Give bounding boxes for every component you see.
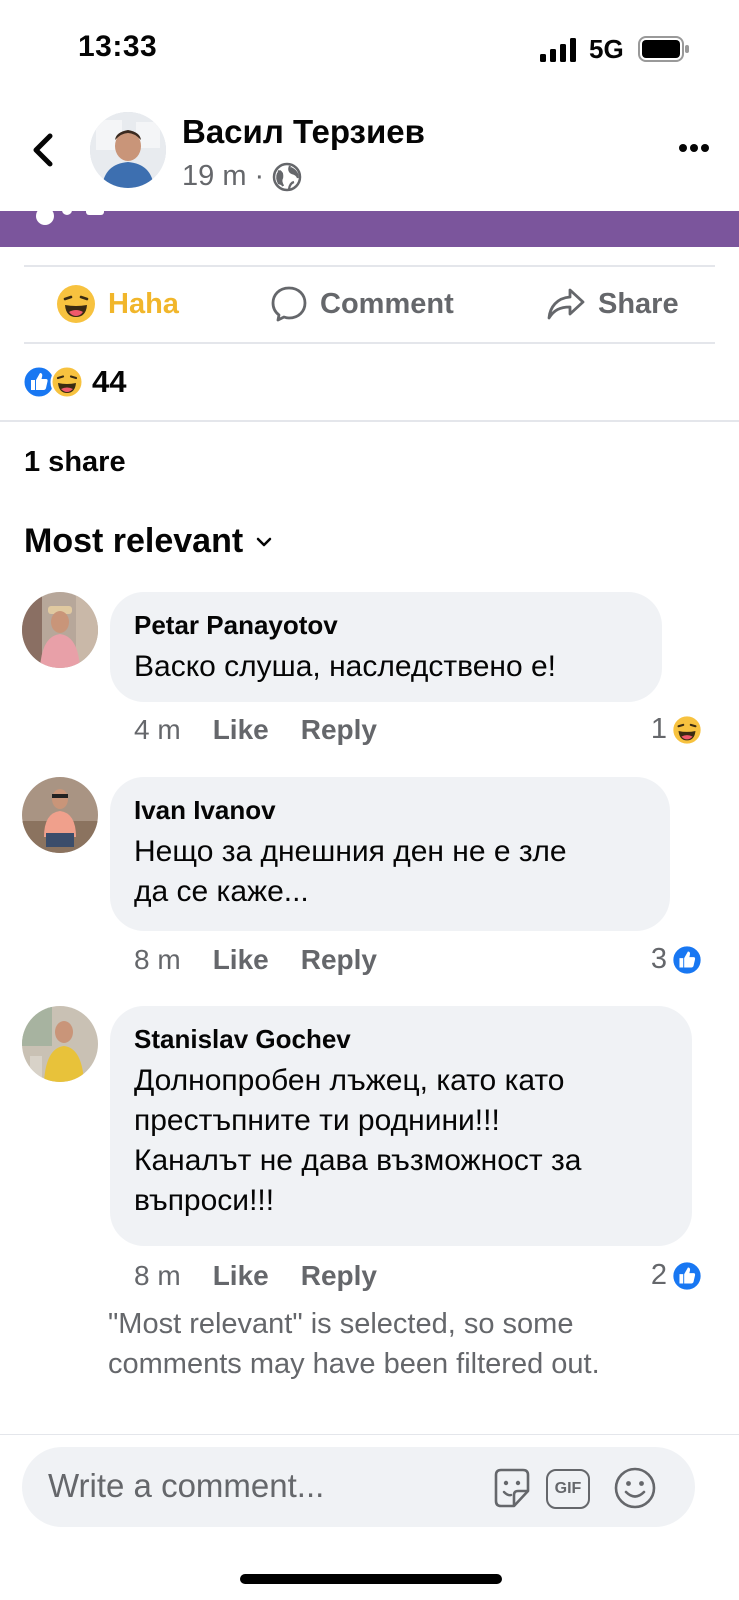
comment-reaction-count: 3: [650, 943, 667, 975]
meta-separator: ·: [254, 160, 265, 192]
haha-label: Haha: [108, 287, 179, 320]
more-options-icon[interactable]: [678, 142, 710, 154]
filter-note: "Most relevant" is selected, so some com…: [108, 1308, 600, 1380]
comment-time: 8 m: [134, 1260, 181, 1291]
haha-reaction-icon: [50, 365, 84, 399]
commenter-avatar[interactable]: [22, 592, 98, 668]
like-reaction-icon: [671, 943, 703, 976]
gif-button[interactable]: GIF: [546, 1469, 590, 1509]
divider: [0, 1434, 739, 1435]
comment-actions: 8 m Like Reply: [134, 944, 377, 976]
strip-decoration: [62, 211, 72, 215]
comment-composer[interactable]: GIF: [22, 1447, 695, 1527]
emoji-icon[interactable]: [612, 1465, 658, 1511]
divider: [0, 420, 739, 422]
haha-reaction-icon: [671, 713, 703, 746]
sort-dropdown[interactable]: Most relevant: [24, 522, 273, 561]
post-meta: 19 m ·: [182, 160, 302, 193]
comment-button[interactable]: Comment: [270, 282, 454, 326]
strip-decoration: [86, 211, 104, 215]
comment-time: 4 m: [134, 714, 181, 745]
haha-icon: [57, 285, 95, 323]
reply-link[interactable]: Reply: [301, 944, 377, 976]
comment-input[interactable]: [48, 1467, 468, 1505]
back-icon[interactable]: [28, 130, 58, 170]
share-button[interactable]: Share: [546, 282, 679, 326]
commenter-avatar[interactable]: [22, 777, 98, 853]
comment-bubble[interactable]: Stanislav Gochev Долнопробен лъжец, като…: [110, 1006, 692, 1246]
commenter-name[interactable]: Petar Panayotov: [134, 610, 638, 641]
commenter-name[interactable]: Ivan Ivanov: [134, 795, 646, 826]
share-icon: [547, 288, 585, 320]
comment-reaction-count: 1: [650, 713, 667, 745]
chevron-down-icon: [256, 537, 272, 546]
like-link[interactable]: Like: [213, 714, 269, 746]
sort-label: Most relevant: [24, 522, 244, 560]
comment-text: Васко слуша, наследствено е!: [134, 650, 557, 683]
comment-text-line: Долнопробен лъжец, като като: [134, 1064, 565, 1097]
battery-icon: [638, 36, 689, 62]
comment-text-line: престъпните ти роднини!!!: [134, 1104, 500, 1137]
reply-link[interactable]: Reply: [301, 714, 377, 746]
home-indicator: [240, 1574, 502, 1584]
reactions-summary[interactable]: 44: [22, 362, 126, 402]
comment-text-line: Каналът не дава възможност за: [134, 1144, 582, 1177]
comment-reactions[interactable]: 2: [651, 1259, 703, 1292]
comment-reactions[interactable]: 3: [651, 943, 703, 976]
haha-button[interactable]: Haha: [56, 282, 179, 326]
author-avatar[interactable]: [90, 112, 166, 188]
comment-text-line: Нещо за днешния ден не е зле: [134, 835, 567, 868]
gif-label: GIF: [554, 1480, 582, 1497]
sticker-icon[interactable]: [488, 1465, 534, 1511]
status-time: 13:33: [78, 30, 158, 63]
comment-time: 8 m: [134, 944, 181, 975]
globe-icon: [272, 162, 302, 191]
comment-text-line: да се каже...: [134, 875, 309, 908]
comment-icon: [271, 286, 307, 322]
comment-bubble[interactable]: Ivan Ivanov Нещо за днешния ден не е зле…: [110, 777, 670, 931]
comment-actions: 4 m Like Reply: [134, 714, 377, 746]
comment-reactions[interactable]: 1: [651, 713, 703, 746]
comment-bubble[interactable]: Petar Panayotov Васко слуша, наследствен…: [110, 592, 662, 702]
status-bar: 13:33 5G: [0, 0, 739, 100]
divider: [24, 342, 715, 344]
strip-decoration: [36, 211, 54, 225]
divider: [24, 265, 715, 267]
like-reaction-icon: [671, 1259, 703, 1292]
shares-count[interactable]: 1 share: [24, 446, 126, 479]
signal-icon: [540, 38, 576, 62]
author-name[interactable]: Васил Терзиев: [182, 113, 425, 151]
commenter-name[interactable]: Stanislav Gochev: [134, 1024, 668, 1055]
network-label: 5G: [589, 34, 624, 64]
post-media-strip[interactable]: [0, 211, 739, 247]
reaction-count: 44: [92, 364, 127, 399]
commenter-avatar[interactable]: [22, 1006, 98, 1082]
comment-text-line: въпроси!!!: [134, 1184, 275, 1217]
comment-label: Comment: [320, 287, 454, 320]
comment-actions: 8 m Like Reply: [134, 1260, 377, 1292]
post-time: 19 m: [182, 160, 247, 192]
share-label: Share: [598, 287, 679, 320]
comment-reaction-count: 2: [650, 1259, 667, 1291]
like-link[interactable]: Like: [213, 944, 269, 976]
reply-link[interactable]: Reply: [301, 1260, 377, 1292]
like-link[interactable]: Like: [213, 1260, 269, 1292]
